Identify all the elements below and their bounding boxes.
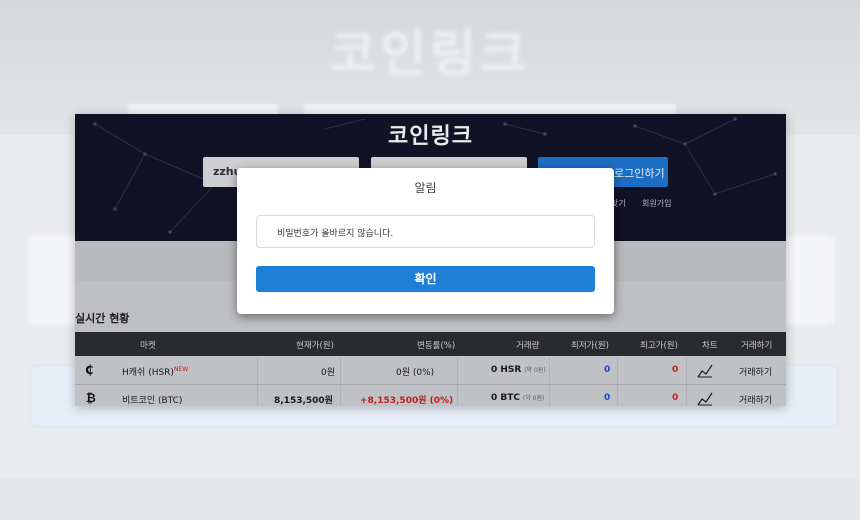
- dialog-title: 알림: [414, 181, 437, 195]
- confirm-button[interactable]: 확인: [256, 266, 595, 292]
- dialog-message: 비밀번호가 올바르지 않습니다.: [256, 215, 595, 248]
- background-site-title: 코인링크: [330, 25, 530, 83]
- background-footer: [0, 478, 860, 520]
- alert-dialog: 알림 비밀번호가 올바르지 않습니다. 확인: [237, 168, 614, 314]
